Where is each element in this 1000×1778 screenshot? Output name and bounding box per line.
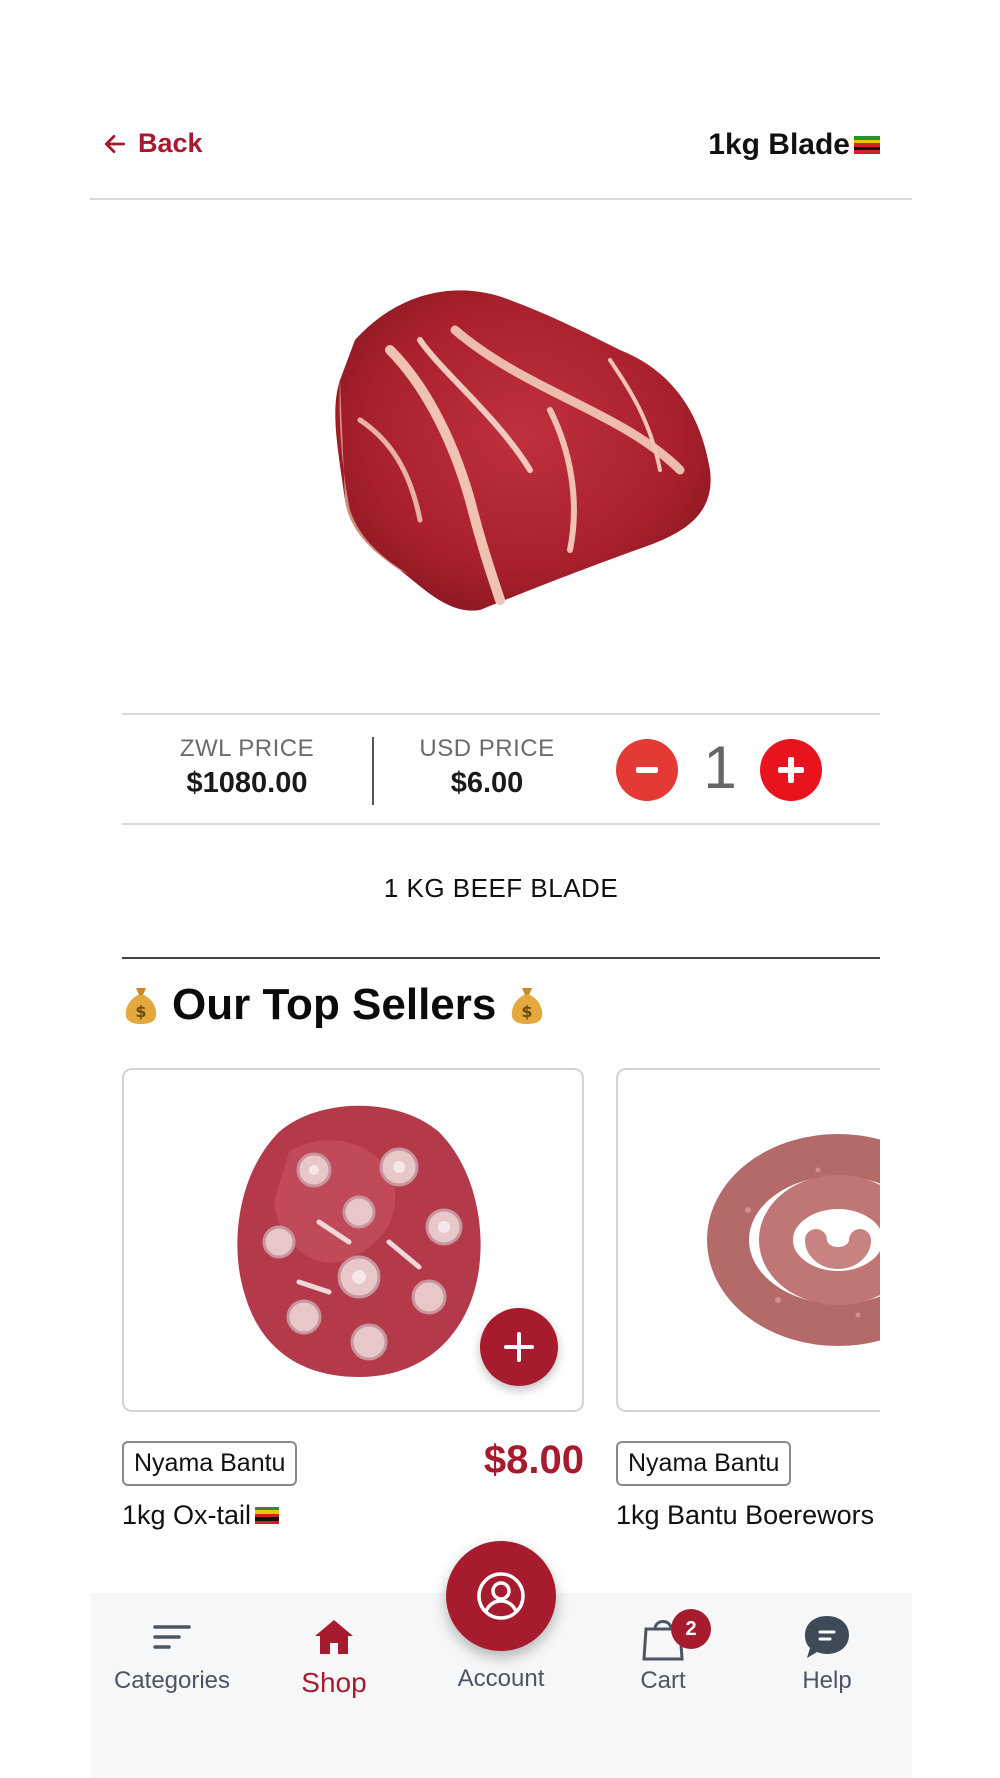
money-bag-icon: $ bbox=[125, 988, 157, 1024]
cart-count-badge: 2 bbox=[671, 1609, 711, 1649]
product-card[interactable]: Nyama Bantu $8.00 1kg Ox-tail bbox=[122, 1068, 584, 1530]
plus-icon bbox=[778, 757, 804, 783]
back-button[interactable]: Back bbox=[102, 128, 203, 159]
product-name-text: 1kg Bantu Boerewors bbox=[616, 1500, 875, 1530]
usd-price-label: USD PRICE bbox=[419, 735, 555, 762]
user-circle-icon bbox=[477, 1572, 525, 1620]
decrease-quantity-button[interactable] bbox=[616, 739, 678, 801]
top-sellers-heading: $ Our Top Sellers $ bbox=[124, 980, 544, 1030]
chat-bubble-icon bbox=[805, 1616, 849, 1658]
nav-cart[interactable]: 2 Cart bbox=[583, 1609, 743, 1695]
usd-price: USD PRICE $6.00 bbox=[412, 735, 562, 800]
product-card-image-box[interactable] bbox=[616, 1068, 880, 1412]
increase-quantity-button[interactable] bbox=[760, 739, 822, 801]
app-screen: Back 1kg Blade ZWL PRICE $1080.00 USD PR… bbox=[90, 0, 912, 1778]
quantity-value: 1 bbox=[703, 734, 737, 801]
boerewors-image bbox=[707, 1134, 880, 1346]
price-bar: ZWL PRICE $1080.00 USD PRICE $6.00 1 bbox=[122, 713, 880, 825]
header: Back 1kg Blade bbox=[90, 110, 912, 200]
filter-lines-icon bbox=[153, 1625, 191, 1649]
nav-categories-label: Categories bbox=[113, 1667, 231, 1694]
page-title-text: 1kg Blade bbox=[708, 128, 850, 161]
svg-text:$: $ bbox=[522, 1002, 533, 1021]
nav-account-label: Account bbox=[457, 1665, 545, 1692]
vendor-tag: Nyama Bantu bbox=[616, 1441, 792, 1486]
plus-icon bbox=[504, 1332, 534, 1362]
nav-categories[interactable]: Categories bbox=[92, 1613, 252, 1695]
vendor-tag: Nyama Bantu bbox=[122, 1441, 298, 1486]
page-title: 1kg Blade bbox=[708, 128, 880, 162]
nav-help[interactable]: Help bbox=[747, 1613, 907, 1695]
nav-help-label: Help bbox=[802, 1667, 852, 1694]
usd-price-value: $6.00 bbox=[450, 767, 524, 799]
product-name: 1kg Ox-tail bbox=[122, 1500, 280, 1531]
top-sellers-title: Our Top Sellers bbox=[172, 980, 497, 1029]
add-to-cart-button[interactable] bbox=[480, 1308, 558, 1386]
bottom-navigation: Categories Shop Account 2 Cart Help bbox=[90, 1541, 912, 1778]
back-label: Back bbox=[138, 128, 203, 158]
account-button[interactable] bbox=[446, 1541, 556, 1651]
divider bbox=[122, 957, 880, 959]
product-card[interactable]: Nyama Bantu 1kg Bantu Boerewors bbox=[616, 1068, 880, 1530]
product-name: 1kg Bantu Boerewors bbox=[616, 1500, 874, 1531]
top-sellers-carousel[interactable]: Nyama Bantu $8.00 1kg Ox-tail Nyama Bant… bbox=[122, 1068, 880, 1548]
money-bag-icon: $ bbox=[512, 988, 543, 1024]
zimbabwe-flag-icon bbox=[255, 1507, 280, 1524]
nav-shop-label: Shop bbox=[301, 1667, 367, 1698]
home-icon bbox=[315, 1620, 353, 1654]
svg-text:$: $ bbox=[135, 1002, 146, 1021]
minus-icon bbox=[636, 767, 658, 773]
zimbabwe-flag-icon bbox=[854, 136, 880, 154]
zwl-price-value: $1080.00 bbox=[186, 767, 308, 799]
oxtail-image bbox=[237, 1105, 481, 1377]
product-price: $8.00 bbox=[483, 1438, 584, 1482]
product-description: 1 KG BEEF BLADE bbox=[383, 873, 619, 903]
product-name-text: 1kg Ox-tail bbox=[122, 1500, 252, 1530]
product-image bbox=[335, 290, 711, 611]
nav-shop[interactable]: Shop bbox=[254, 1613, 414, 1699]
zwl-price-label: ZWL PRICE bbox=[179, 735, 315, 762]
price-divider bbox=[372, 737, 374, 805]
arrow-left-icon bbox=[104, 134, 126, 153]
nav-cart-label: Cart bbox=[640, 1667, 686, 1694]
product-card-image-box[interactable] bbox=[122, 1068, 584, 1412]
zwl-price: ZWL PRICE $1080.00 bbox=[162, 735, 332, 800]
nav-account[interactable]: Account bbox=[421, 1665, 581, 1693]
